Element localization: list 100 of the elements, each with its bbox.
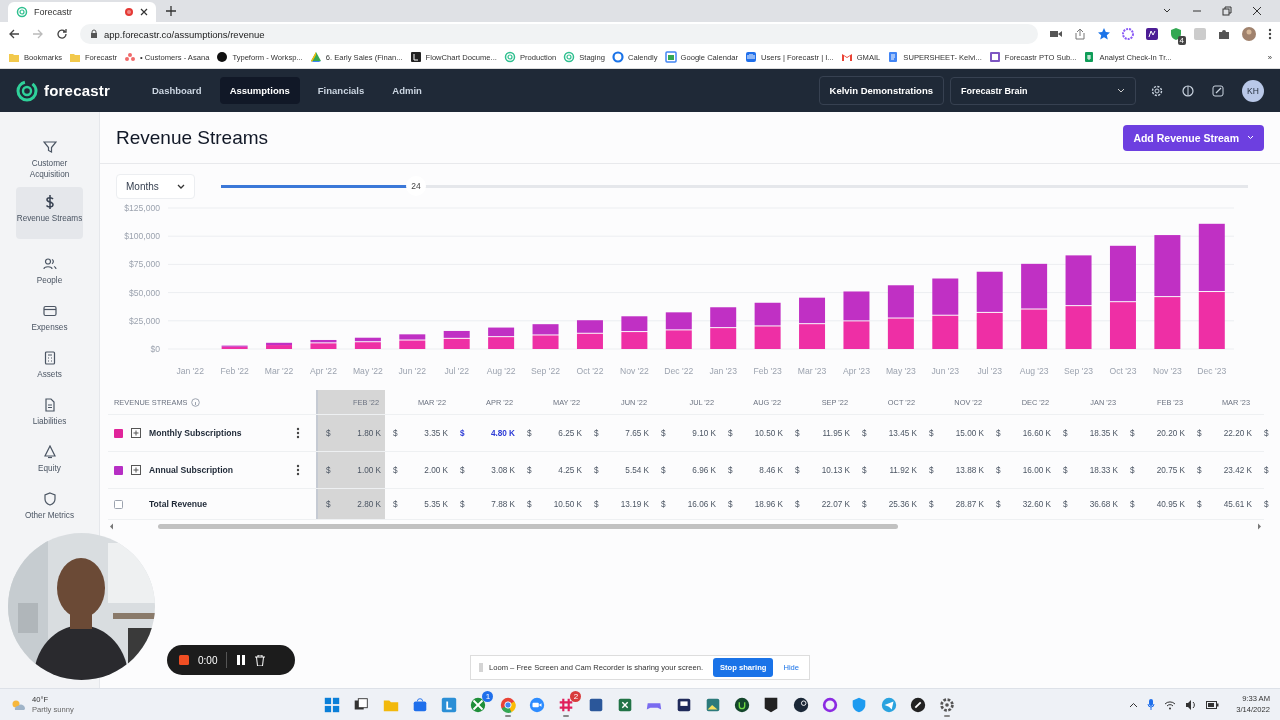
currency-sign: $ [326, 428, 331, 438]
cell-value[interactable]: 2.80 K [357, 499, 381, 509]
timer: 0:00 [198, 654, 218, 666]
cell-value[interactable]: 5.35 K [424, 499, 448, 509]
cell-value[interactable]: 28.87 K [955, 499, 984, 509]
axis-label: $100,000 [124, 231, 160, 242]
cell-value[interactable]: 18.96 K [754, 499, 783, 509]
cell-value[interactable]: 20.20 K [1156, 428, 1185, 438]
currency-sign: $ [594, 465, 599, 475]
cell-value[interactable]: 6.25 K [558, 428, 582, 438]
currency-sign: $ [594, 499, 599, 509]
currency-sign: $ [594, 428, 599, 438]
axis-label: Sep '23 [1064, 366, 1093, 376]
currency-sign: $ [460, 428, 465, 438]
axis-label: Aug '22 [486, 366, 516, 376]
currency-sign: $ [1130, 499, 1135, 509]
cell-value[interactable]: 22.20 K [1223, 428, 1252, 438]
cell-value[interactable]: 3.08 K [491, 465, 515, 475]
cell-value[interactable]: 3.35 K [424, 428, 448, 438]
cell-value[interactable]: 10.50 K [553, 499, 582, 509]
currency-sign: $ [795, 428, 800, 438]
cell-value[interactable]: 7.65 K [625, 428, 649, 438]
sidebar-item[interactable]: Expenses [16, 296, 83, 343]
cell-value[interactable]: 18.35 K [1089, 428, 1118, 438]
address-bar[interactable]: app.forecastr.co/assumptions/revenue [80, 24, 1038, 44]
cell-value[interactable]: 32.60 K [1022, 499, 1051, 509]
cell-value[interactable]: 8.46 K [759, 465, 783, 475]
cell-value[interactable]: 13.19 K [620, 499, 649, 509]
axis-label: $0 [150, 344, 160, 354]
currency-sign: $ [795, 465, 800, 475]
cell-value[interactable]: 13.45 K [888, 428, 917, 438]
cell-value[interactable]: 4.25 K [558, 465, 582, 475]
row-label: Monthly Subscriptions [149, 428, 243, 438]
cell-value[interactable]: 16.00 K [1022, 465, 1051, 475]
cell-value[interactable]: 18.33 K [1089, 465, 1118, 475]
axis-label: Apr '22 [309, 366, 337, 376]
axis-label: May '22 [352, 366, 383, 376]
cell-value[interactable]: 22.07 K [821, 499, 850, 509]
cell-value[interactable]: 11.92 K [889, 465, 917, 475]
currency-sign: $ [527, 465, 532, 475]
sidebar-item[interactable]: Revenue Streams [16, 187, 83, 239]
cell-value[interactable]: 13.88 K [955, 465, 984, 475]
cell-value[interactable]: 40.95 K [1156, 499, 1185, 509]
sidebar-item[interactable]: Assets [16, 343, 83, 390]
cell-value[interactable]: 15.00 K [955, 428, 984, 438]
axis-label: Oct '23 [1109, 366, 1137, 376]
currency-sign: $ [1264, 499, 1269, 509]
currency-sign: $ [661, 465, 666, 475]
cell-value[interactable]: 36.68 K [1089, 499, 1118, 509]
logo-text: forecastr [44, 82, 110, 99]
currency-sign: $ [393, 428, 398, 438]
nav-tab[interactable]: Dashboard [142, 77, 212, 104]
sidebar-item[interactable]: Liabilities [16, 390, 83, 437]
currency-sign: $ [862, 465, 867, 475]
axis-label: $25,000 [128, 315, 160, 326]
table-cell[interactable]: $ 1.80 K [318, 415, 385, 451]
cell-value[interactable]: 10.50 K [754, 428, 783, 438]
cell-value[interactable]: 6.96 K [692, 465, 716, 475]
cell-value[interactable]: 9.10 K [692, 428, 716, 438]
axis-label: $75,000 [128, 259, 160, 270]
cell-value[interactable]: 20.75 K [1156, 465, 1185, 475]
axis-label: Jul '23 [977, 366, 1002, 376]
nav-tab[interactable]: Admin [382, 77, 432, 104]
cell-value[interactable]: 5.54 K [625, 465, 649, 475]
table-cell[interactable]: $ 1.00 K [318, 452, 385, 488]
model-select[interactable]: Forecastr Brain [950, 76, 1136, 105]
cell-value[interactable]: 7.88 K [491, 499, 515, 509]
table-cell[interactable]: $ 2.80 K [318, 489, 385, 519]
row-label: Total Revenue [149, 499, 209, 509]
add-revenue-stream-button[interactable]: Add Revenue Stream [1123, 124, 1264, 151]
badge: 1 [482, 690, 494, 702]
avatar[interactable]: KH [1242, 79, 1264, 102]
cell-value[interactable]: 1.80 K [357, 428, 381, 438]
sidebar-item[interactable]: Customer Acquisition [16, 132, 83, 179]
currency-sign: $ [393, 499, 398, 509]
cell-value[interactable]: 11.95 K [822, 428, 850, 438]
workspace-button[interactable]: Kelvin Demonstrations [818, 76, 944, 105]
browser-tab[interactable]: Forecastr [8, 2, 156, 22]
cell-value[interactable]: 45.61 K [1223, 499, 1252, 509]
period-select[interactable]: Months [116, 174, 195, 199]
axis-label: Apr '23 [842, 366, 870, 376]
cell-value[interactable]: 23.42 K [1223, 465, 1252, 475]
sidebar-item[interactable]: Equity [16, 437, 83, 484]
nav-tab[interactable]: Assumptions [219, 77, 300, 104]
cell-value[interactable]: 4.80 K [490, 428, 515, 438]
axis-label: Jul '22 [444, 366, 469, 376]
cell-value[interactable]: 25.36 K [888, 499, 917, 509]
sidebar-item[interactable]: People [16, 249, 83, 296]
currency-sign: $ [1130, 428, 1135, 438]
nav-tab[interactable]: Financials [307, 77, 375, 104]
sidebar-item[interactable]: Other Metrics [16, 484, 83, 531]
cell-value[interactable]: 1.00 K [357, 465, 381, 475]
cell-value[interactable]: 16.06 K [687, 499, 716, 509]
cell-value[interactable]: 10.13 K [821, 465, 850, 475]
axis-label: Mar '22 [264, 366, 294, 376]
axis-label: Nov '22 [619, 366, 649, 376]
cell-value[interactable]: 16.60 K [1022, 428, 1051, 438]
axis-label: Jan '22 [176, 366, 204, 376]
cell-value[interactable]: 2.00 K [424, 465, 448, 475]
currency-sign: $ [862, 499, 867, 509]
